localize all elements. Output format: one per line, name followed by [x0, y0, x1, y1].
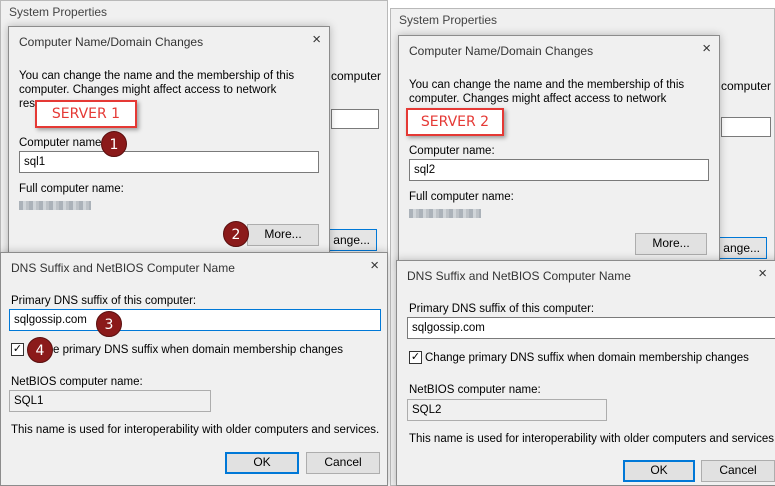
left-dns-close-icon[interactable]: ×: [370, 257, 379, 274]
right-full-name-value-blurred: [409, 209, 481, 218]
right-dns-close-icon[interactable]: ×: [758, 265, 767, 282]
left-ok-button[interactable]: OK: [225, 452, 299, 474]
right-change-dns-checkbox-label: Change primary DNS suffix when domain me…: [425, 352, 749, 364]
right-peek-change-button[interactable]: ange...: [713, 237, 767, 259]
right-more-button[interactable]: More...: [635, 233, 707, 255]
left-computer-name-dialog-title: Computer Name/Domain Changes: [19, 35, 204, 49]
left-primary-dns-label: Primary DNS suffix of this computer:: [11, 295, 197, 307]
right-dns-dialog: DNS Suffix and NetBIOS Computer Name × P…: [396, 260, 775, 486]
right-dns-dialog-title: DNS Suffix and NetBIOS Computer Name: [407, 269, 631, 283]
left-peek-label: computer: [331, 69, 382, 83]
annotation-badge-1: 1: [101, 131, 127, 157]
left-full-name-value-blurred: [19, 201, 91, 210]
left-peek-input: [331, 109, 379, 129]
right-peek-change-label: ange...: [723, 241, 760, 255]
right-primary-dns-input[interactable]: sqlgossip.com: [407, 317, 775, 339]
right-computer-name-close-icon[interactable]: ×: [702, 40, 711, 57]
right-netbios-field: SQL2: [407, 399, 607, 421]
left-computer-name-close-icon[interactable]: ×: [312, 31, 321, 48]
left-computer-name-label: Computer name:: [19, 137, 105, 149]
annotation-badge-3: 3: [96, 311, 122, 337]
right-primary-dns-label: Primary DNS suffix of this computer:: [409, 303, 595, 315]
left-dns-dialog-title: DNS Suffix and NetBIOS Computer Name: [11, 261, 235, 275]
left-full-name-label: Full computer name:: [19, 183, 124, 195]
left-peek-change-label: ange...: [333, 233, 370, 247]
left-dns-dialog: DNS Suffix and NetBIOS Computer Name × P…: [0, 252, 388, 486]
right-change-dns-checkbox[interactable]: ✓: [409, 351, 422, 364]
left-server-label-annotation: SERVER 1: [35, 100, 137, 128]
left-netbios-label: NetBIOS computer name:: [11, 376, 143, 388]
right-computer-name-dialog-title: Computer Name/Domain Changes: [409, 44, 594, 58]
right-peek-label: computer: [721, 79, 772, 93]
right-computer-name-input[interactable]: sql2: [409, 159, 709, 181]
left-change-dns-checkbox-label: e primary DNS suffix when domain members…: [53, 344, 343, 356]
right-cancel-button[interactable]: Cancel: [701, 460, 775, 482]
left-peek-change-button[interactable]: ange...: [325, 229, 377, 251]
right-interop-info: This name is used for interoperability w…: [409, 433, 775, 445]
annotation-badge-4: 4: [27, 337, 53, 363]
left-interop-info: This name is used for interoperability w…: [11, 424, 380, 436]
left-system-properties-title: System Properties: [9, 5, 108, 19]
right-system-properties-title: System Properties: [399, 13, 498, 27]
left-change-dns-checkbox[interactable]: ✓: [11, 343, 24, 356]
left-more-button[interactable]: More...: [247, 224, 319, 246]
right-netbios-label: NetBIOS computer name:: [409, 384, 541, 396]
left-computer-name-dialog: Computer Name/Domain Changes × You can c…: [8, 26, 330, 258]
annotation-badge-2: 2: [223, 221, 249, 247]
right-computer-name-dialog: Computer Name/Domain Changes × You can c…: [398, 35, 720, 265]
left-computer-name-input[interactable]: sql1: [19, 151, 319, 173]
right-full-name-label: Full computer name:: [409, 191, 514, 203]
left-netbios-field: SQL1: [9, 390, 211, 412]
left-cancel-button[interactable]: Cancel: [306, 452, 380, 474]
right-computer-name-label: Computer name:: [409, 145, 495, 157]
right-ok-button[interactable]: OK: [623, 460, 695, 482]
left-primary-dns-input[interactable]: sqlgossip.com: [9, 309, 381, 331]
right-peek-input: [721, 117, 771, 137]
right-server-label-annotation: SERVER 2: [406, 108, 504, 136]
